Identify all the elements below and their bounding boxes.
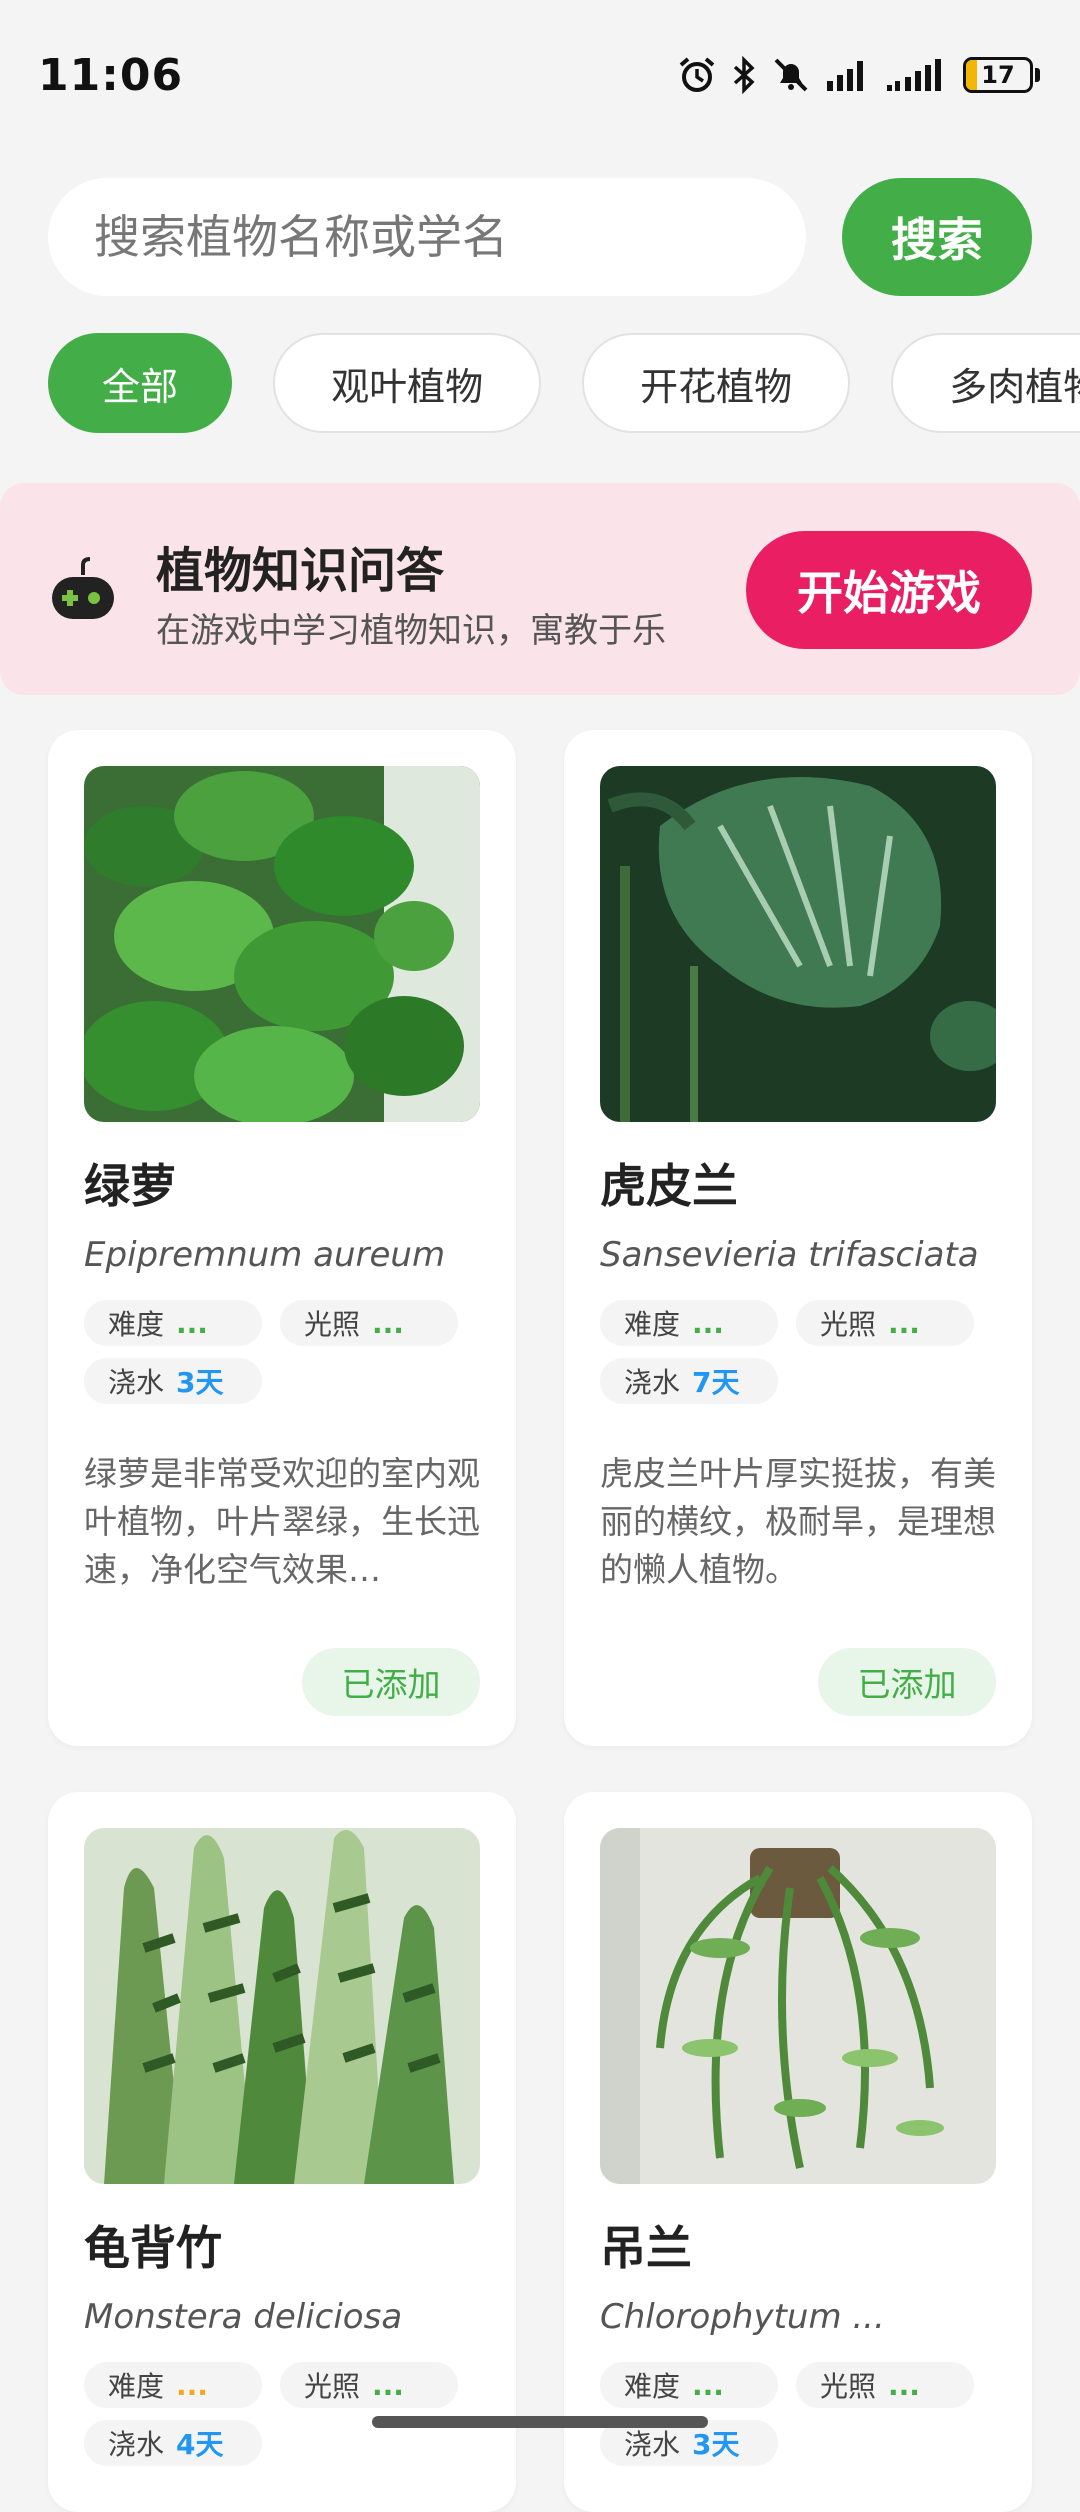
quiz-title: 植物知识问答: [156, 543, 445, 599]
quiz-subtitle: 在游戏中学习植物知识，寓教于乐: [156, 611, 666, 651]
plant-name: 龟背竹: [84, 2221, 222, 2275]
difficulty-value: ...: [692, 1306, 724, 1340]
mute-icon: [771, 55, 811, 95]
difficulty-value: ...: [176, 2368, 208, 2402]
difficulty-tag: 难度...: [600, 2362, 778, 2408]
difficulty-tag: 难度...: [84, 1300, 262, 1346]
plant-latin-name: Sansevieria trifasciata: [600, 1235, 979, 1275]
light-tag: 光照...: [280, 1300, 458, 1346]
category-all[interactable]: 全部: [48, 333, 232, 433]
search-button[interactable]: 搜索: [842, 178, 1032, 296]
light-value: ...: [372, 1306, 404, 1340]
plant-name: 吊兰: [600, 2221, 692, 2275]
water-tag: 浇水 7天: [600, 1358, 778, 1404]
water-value: 3天: [176, 1366, 224, 1399]
light-value: ...: [372, 2368, 404, 2402]
water-tag: 浇水 3天: [84, 1358, 262, 1404]
category-foliage[interactable]: 观叶植物: [273, 333, 542, 433]
plant-latin-name: Monstera deliciosa: [84, 2297, 403, 2337]
difficulty-value: ...: [692, 2368, 724, 2402]
water-value: 3天: [692, 2428, 740, 2461]
category-succulent[interactable]: 多肉植物: [891, 333, 1080, 433]
water-value: 7天: [692, 1366, 740, 1399]
battery-level: 17: [981, 61, 1015, 89]
plant-card[interactable]: 绿萝 Epipremnum aureum 难度... 光照... 浇水 3天 绿萝…: [48, 730, 516, 1746]
search-bar: 搜索: [48, 178, 1032, 296]
plant-image: [600, 766, 996, 1122]
gamepad-icon: [48, 555, 118, 625]
plant-name: 虎皮兰: [600, 1159, 738, 1213]
water-value: 4天: [176, 2428, 224, 2461]
start-game-button[interactable]: 开始游戏: [746, 531, 1032, 649]
light-value: ...: [888, 2368, 920, 2402]
category-tabs: 全部 观叶植物 开花植物 多肉植物: [48, 333, 1080, 433]
plant-name: 绿萝: [84, 1159, 176, 1213]
home-indicator[interactable]: [372, 2416, 708, 2428]
light-tag: 光照...: [280, 2362, 458, 2408]
status-time: 11:06: [38, 50, 184, 101]
added-button[interactable]: 已添加: [302, 1648, 480, 1716]
light-tag: 光照...: [796, 1300, 974, 1346]
light-tag: 光照...: [796, 2362, 974, 2408]
category-flowering[interactable]: 开花植物: [582, 333, 851, 433]
light-value: ...: [888, 1306, 920, 1340]
search-input[interactable]: [48, 178, 806, 296]
plant-card[interactable]: 虎皮兰 Sansevieria trifasciata 难度... 光照... …: [564, 730, 1032, 1746]
plant-image: [84, 766, 480, 1122]
plant-description: 虎皮兰叶片厚实挺拔，有美丽的横纹，极耐旱，是理想的懒人植物。: [600, 1454, 996, 1589]
status-icons: 17: [677, 55, 1040, 95]
plant-latin-name: Chlorophytum ...: [600, 2297, 885, 2337]
signal-icon: [825, 57, 871, 93]
difficulty-tag: 难度...: [600, 1300, 778, 1346]
difficulty-tag: 难度...: [84, 2362, 262, 2408]
plant-description: 绿萝是非常受欢迎的室内观叶植物，叶片翠绿，生长迅速，净化空气效果…: [84, 1454, 480, 1589]
water-tag: 浇水 4天: [84, 2420, 262, 2466]
added-button[interactable]: 已添加: [818, 1648, 996, 1716]
plant-latin-name: Epipremnum aureum: [84, 1235, 446, 1275]
status-bar: 11:06 17: [0, 0, 1080, 150]
plant-card[interactable]: 吊兰 Chlorophytum ... 难度... 光照... 浇水 3天: [564, 1792, 1032, 2512]
quiz-banner: 植物知识问答 在游戏中学习植物知识，寓教于乐 开始游戏: [0, 483, 1080, 695]
plant-image: [600, 1828, 996, 2184]
difficulty-value: ...: [176, 1306, 208, 1340]
plant-image: [84, 1828, 480, 2184]
battery-icon: 17: [963, 57, 1040, 93]
bluetooth-icon: [731, 55, 757, 95]
signal-icon: [885, 57, 949, 93]
plant-card[interactable]: 龟背竹 Monstera deliciosa 难度... 光照... 浇水 4天: [48, 1792, 516, 2512]
alarm-icon: [677, 55, 717, 95]
